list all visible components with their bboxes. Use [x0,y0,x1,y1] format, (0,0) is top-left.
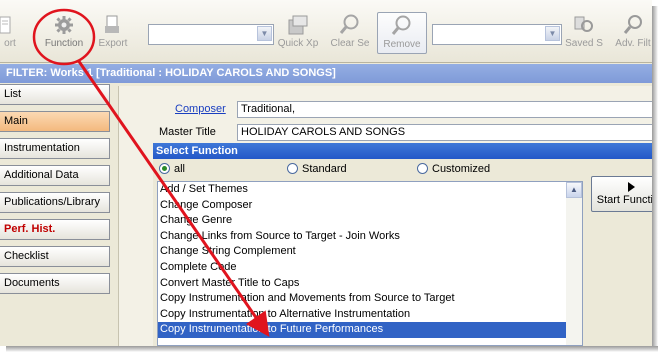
radio-checked-icon [159,163,170,174]
remove-button[interactable]: Remove [377,12,427,54]
nav-documents[interactable]: Documents [0,273,110,294]
search-icon [391,15,411,35]
list-item[interactable]: Add / Set Themes [158,182,582,198]
import-label: ort [4,38,16,49]
nav-perf-hist[interactable]: Perf. Hist. [0,219,110,240]
list-item-selected[interactable]: Copy Instrumentation to Future Performan… [158,322,582,338]
chevron-up-icon[interactable]: ▲ [566,182,582,198]
export-icon [105,15,119,33]
list-item[interactable]: Change Composer [158,198,582,214]
nav-main[interactable]: Main [0,111,110,132]
nav-publications-library[interactable]: Publications/Library [0,192,110,213]
list-item[interactable]: Change Genre [158,213,582,229]
list-item[interactable]: Complete Code [158,260,582,276]
composer-link[interactable]: Composer [175,103,226,115]
export-label: Export [98,38,128,49]
chevron-down-icon[interactable]: ▼ [257,26,272,41]
window-shadow-right [652,6,658,350]
application-window: ort Function Export ▼ Quick Xp Clear Se … [0,0,652,346]
window-shadow-bottom [6,346,658,352]
export-button[interactable]: Export [92,14,134,49]
saved-search-combo[interactable]: ▼ [432,24,562,45]
function-label: Function [44,38,84,49]
filter-bar: FILTER: Works 1 [Traditional : HOLIDAY C… [0,64,652,83]
function-list[interactable]: Add / Set Themes Change Composer Change … [157,181,583,346]
clear-search-button[interactable]: Clear Se [326,14,374,49]
advanced-filter-icon [623,15,642,34]
saved-search-icon [574,16,593,32]
function-combo[interactable]: ▼ [148,24,274,45]
select-function-dialog: Select Function all Standard Customized … [153,143,652,346]
import-button[interactable]: ort [0,14,22,49]
gear-icon [55,16,73,34]
function-list-scrollbar[interactable]: ▲ [566,182,582,345]
radio-all-label: all [174,163,186,175]
list-item[interactable]: Copy Instrumentation and Movements from … [158,291,582,307]
saved-search-button[interactable]: Saved S [562,14,606,49]
chevron-down-icon[interactable]: ▼ [545,26,560,41]
start-function-button[interactable]: Start Function [591,176,652,212]
radio-standard[interactable]: Standard [287,163,347,175]
clear-search-label: Clear Se [330,38,370,49]
radio-icon [287,163,298,174]
nav-additional-data[interactable]: Additional Data [0,165,110,186]
nav-checklist[interactable]: Checklist [0,246,110,267]
function-button[interactable]: Function [36,14,92,49]
remove-label: Remove [383,39,421,50]
nav-instrumentation[interactable]: Instrumentation [0,138,110,159]
quick-xp-button[interactable]: Quick Xp [274,14,322,49]
advanced-filter-button[interactable]: Adv. Filt [608,14,652,49]
search-icon [339,14,359,34]
list-item[interactable]: Change Links from Source to Target - Joi… [158,229,582,245]
radio-icon [417,163,428,174]
master-title-field[interactable]: HOLIDAY CAROLS AND SONGS [237,124,652,141]
radio-customized[interactable]: Customized [417,163,490,175]
nav-list[interactable]: List [0,84,110,105]
dialog-title: Select Function [153,143,652,159]
save-disk-icon [288,15,308,35]
radio-all[interactable]: all [159,163,185,175]
toolbar: ort Function Export ▼ Quick Xp Clear Se … [0,0,652,63]
import-icon [0,16,11,34]
quick-xp-label: Quick Xp [277,38,319,49]
saved-search-label: Saved S [565,38,603,49]
radio-customized-label: Customized [432,163,491,175]
composer-field[interactable]: Traditional, [237,101,652,118]
advanced-filter-label: Adv. Filt [615,38,651,49]
master-title-label: Master Title [159,126,216,138]
start-function-label: Start Function [596,194,652,206]
list-item[interactable]: Convert Master Title to Caps [158,276,582,292]
list-item[interactable]: Copy Instrumentation to Alternative Inst… [158,307,582,323]
radio-standard-label: Standard [302,163,347,175]
list-item[interactable]: Change String Complement [158,244,582,260]
play-icon [627,182,635,192]
